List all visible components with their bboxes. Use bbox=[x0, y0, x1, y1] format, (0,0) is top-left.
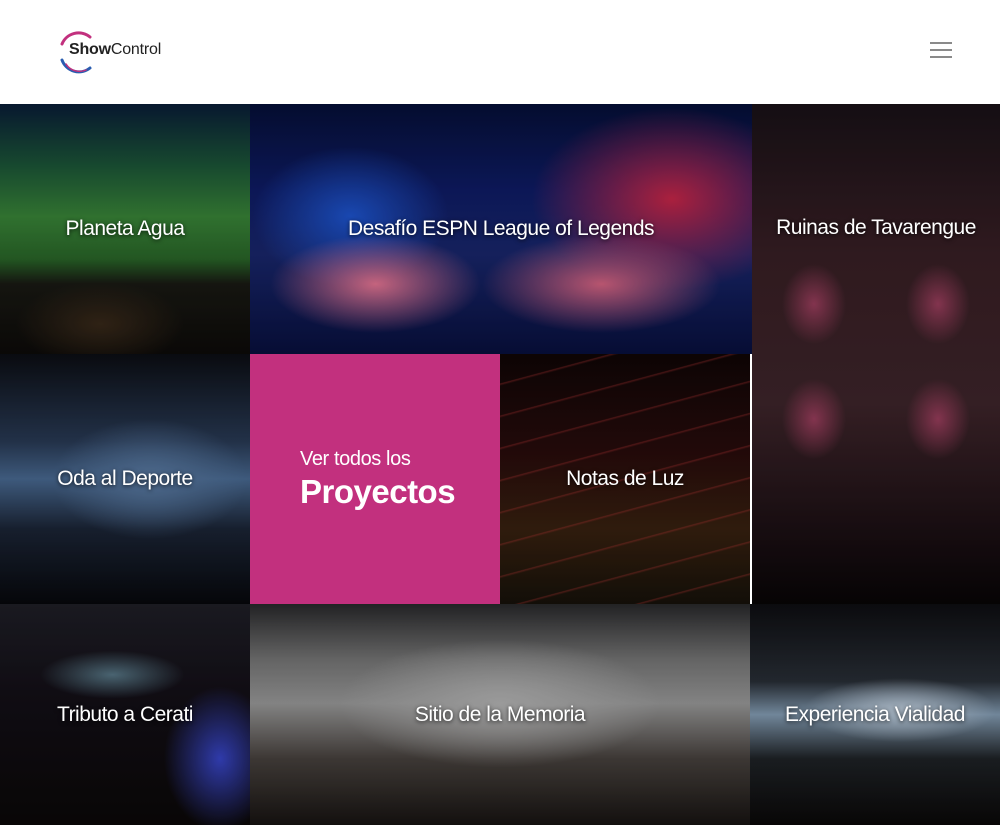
project-title: Notas de Luz bbox=[566, 467, 684, 490]
logo-text-light: Control bbox=[110, 41, 162, 58]
project-tile-experiencia-vialidad[interactable]: Experiencia Vialidad bbox=[750, 604, 1000, 825]
view-all-projects-button[interactable]: Ver todos los Proyectos bbox=[250, 354, 500, 604]
menu-bar bbox=[930, 42, 952, 44]
cta-line-1: Ver todos los bbox=[300, 447, 411, 470]
project-tile-tributo-a-cerati[interactable]: Tributo a Cerati bbox=[0, 604, 250, 825]
menu-bar bbox=[930, 56, 952, 58]
view-all-projects-text: Ver todos los Proyectos bbox=[300, 447, 456, 511]
showcontrol-logo[interactable]: ShowControl bbox=[56, 28, 216, 76]
menu-bar bbox=[930, 49, 952, 51]
project-title: Oda al Deporte bbox=[57, 467, 193, 490]
project-tile-desafio-espn[interactable]: Desafío ESPN League of Legends bbox=[250, 104, 752, 354]
project-title: Planeta Agua bbox=[65, 217, 185, 240]
hamburger-menu-icon[interactable] bbox=[928, 42, 954, 62]
project-title: Sitio de la Memoria bbox=[414, 702, 586, 726]
cta-line-2: Proyectos bbox=[300, 472, 456, 510]
project-tile-sitio-de-la-memoria[interactable]: Sitio de la Memoria bbox=[250, 604, 750, 825]
project-tile-notas-de-luz[interactable]: Notas de Luz bbox=[500, 354, 750, 604]
logo-text: ShowControl bbox=[69, 41, 161, 59]
project-title: Ruinas de Tavarengue bbox=[776, 216, 976, 239]
logo-text-bold: Show bbox=[69, 41, 111, 58]
project-title: Experiencia Vialidad bbox=[785, 702, 965, 726]
projects-grid: Planeta Agua Desafío ESPN League of Lege… bbox=[0, 104, 1000, 825]
project-tile-ruinas-de-tavarengue[interactable]: Ruinas de Tavarengue bbox=[752, 104, 1000, 604]
project-title: Desafío ESPN League of Legends bbox=[347, 217, 655, 240]
project-title: Tributo a Cerati bbox=[57, 702, 193, 726]
project-tile-planeta-agua[interactable]: Planeta Agua bbox=[0, 104, 250, 354]
site-header: ShowControl bbox=[0, 0, 1000, 104]
project-tile-oda-al-deporte[interactable]: Oda al Deporte bbox=[0, 354, 250, 604]
